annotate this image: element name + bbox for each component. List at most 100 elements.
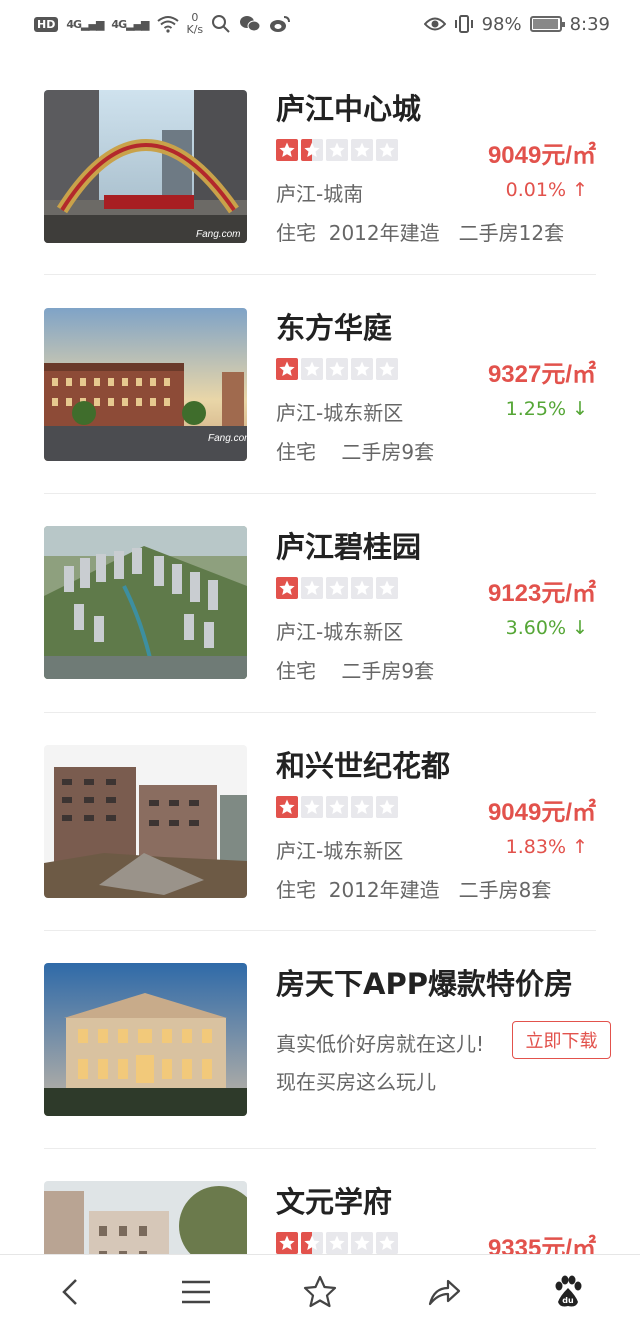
listing-price: 9123元/㎡ (487, 580, 596, 607)
listing-item[interactable]: Fang.com 东方华庭 9327元/㎡ 庐江-城东新区 1.25% ↓ 住宅… (0, 275, 640, 493)
eye-icon (423, 17, 446, 31)
star-icon (326, 358, 348, 380)
star-icon (301, 139, 323, 161)
price-change: 1.83% ↑ (505, 836, 588, 858)
listing-photo[interactable] (44, 745, 247, 898)
vibrate-icon (454, 15, 473, 33)
star-icon (351, 577, 373, 599)
star-icon (276, 796, 298, 818)
listing-district: 庐江-城东新区 (276, 401, 404, 425)
network-speed: 0 K/s (187, 12, 204, 36)
listing-photo[interactable]: Fang.com (44, 308, 247, 461)
price-change: 0.01% ↑ (505, 179, 588, 201)
rating-stars (276, 796, 398, 818)
battery-icon (529, 16, 565, 32)
listing-item[interactable]: 庐江碧桂园 9123元/㎡ 庐江-城东新区 3.60% ↓ 住宅 二手房9套 (0, 494, 640, 712)
baidu-paw-icon: du (555, 1275, 582, 1307)
star-icon (376, 796, 398, 818)
price-change: 3.60% ↓ (505, 617, 588, 639)
download-button[interactable]: 立即下载 (512, 1021, 611, 1059)
network-type-label: 4G (66, 17, 82, 31)
listing-photo-image: Fang.com (44, 308, 247, 461)
price-change: 1.25% ↓ (505, 398, 588, 420)
rating-stars (276, 358, 398, 380)
listing-meta: 住宅 二手房9套 (276, 659, 435, 683)
star-icon (326, 577, 348, 599)
star-icon (351, 796, 373, 818)
listing-title[interactable]: 文元学府 (276, 1179, 392, 1221)
status-right: 98% 8:39 (423, 13, 610, 35)
star-icon (326, 796, 348, 818)
signal-icon: 4G▂▄▆ (66, 17, 104, 31)
hd-badge: HD (34, 16, 59, 32)
wechat-icon (240, 16, 261, 32)
listing-meta: 住宅 2012年建造 二手房8套 (276, 878, 552, 902)
listing-meta: 住宅 二手房9套 (276, 440, 435, 464)
rating-stars (276, 577, 398, 599)
star-icon (301, 1232, 323, 1254)
listing-price: 9327元/㎡ (487, 361, 596, 388)
ad-photo[interactable] (44, 963, 247, 1116)
star-icon (326, 139, 348, 161)
star-icon (376, 1232, 398, 1254)
star-icon (351, 139, 373, 161)
listing-photo-image (44, 526, 247, 679)
listing-price: 9049元/㎡ (487, 142, 596, 169)
battery-percent: 98% (481, 13, 522, 35)
listing-district: 庐江-城东新区 (276, 839, 404, 863)
star-icon (276, 139, 298, 161)
menu-button[interactable] (166, 1262, 226, 1322)
signal-icon-2: 4G▂▄▆ (111, 17, 149, 31)
star-icon (301, 577, 323, 599)
listing-price: 9049元/㎡ (487, 799, 596, 826)
back-button[interactable] (42, 1262, 102, 1322)
weibo-icon (270, 16, 291, 32)
star-icon (376, 139, 398, 161)
share-icon (428, 1279, 461, 1306)
listing-photo[interactable]: Fang.com (44, 90, 247, 243)
share-button[interactable] (414, 1262, 474, 1322)
status-left: HD 4G▂▄▆ 4G▂▄▆ 0 K/s (34, 12, 291, 36)
ad-line-1: 真实低价好房就在这儿! (276, 1032, 485, 1056)
listing-district: 庐江-城南 (276, 182, 364, 206)
wifi-icon (156, 16, 179, 33)
ad-photo-image (44, 963, 247, 1116)
star-icon (276, 1232, 298, 1254)
listing-photo[interactable] (44, 526, 247, 679)
star-icon (376, 358, 398, 380)
listing-title[interactable]: 东方华庭 (276, 305, 392, 347)
promo-ad[interactable]: 房天下APP爆款特价房 真实低价好房就在这儿! 现在买房这么玩儿 立即下载 (0, 931, 640, 1149)
favorite-button[interactable] (290, 1262, 350, 1322)
photo-watermark: Fang.com (196, 229, 240, 240)
rating-stars (276, 1232, 398, 1254)
star-icon (351, 1232, 373, 1254)
listing-item[interactable]: Fang.com 庐江中心城 9049元/㎡ 庐江-城南 0.01% ↑ 住宅 … (0, 56, 640, 274)
listing-photo-image (44, 745, 247, 898)
listing-item[interactable]: 和兴世纪花都 9049元/㎡ 庐江-城东新区 1.83% ↑ 住宅 2012年建… (0, 713, 640, 931)
ad-line-2: 现在买房这么玩儿 (276, 1070, 436, 1094)
clock: 8:39 (569, 13, 610, 35)
star-icon (326, 1232, 348, 1254)
listing-title[interactable]: 庐江中心城 (276, 86, 421, 128)
star-icon (303, 1275, 337, 1308)
network-type-label-2: 4G (111, 17, 127, 31)
speed-unit: K/s (186, 23, 204, 36)
listing-title[interactable]: 庐江碧桂园 (276, 524, 421, 566)
menu-icon (182, 1280, 210, 1304)
status-bar: HD 4G▂▄▆ 4G▂▄▆ 0 K/s 98% 8:39 (0, 0, 640, 48)
listing-meta: 住宅 2012年建造 二手房12套 (276, 221, 565, 245)
listing-photo-image: Fang.com (44, 90, 247, 243)
search-icon (212, 15, 230, 33)
listing-district: 庐江-城东新区 (276, 620, 404, 644)
photo-watermark: Fang.com (208, 433, 247, 444)
star-icon (301, 796, 323, 818)
star-icon (351, 358, 373, 380)
ad-title[interactable]: 房天下APP爆款特价房 (276, 961, 573, 1003)
listing-title[interactable]: 和兴世纪花都 (276, 743, 450, 785)
baidu-button[interactable]: du (538, 1262, 598, 1322)
bottom-nav: du (0, 1254, 640, 1329)
star-icon (301, 358, 323, 380)
back-icon (62, 1279, 77, 1305)
star-icon (276, 577, 298, 599)
battery-level (532, 19, 559, 29)
